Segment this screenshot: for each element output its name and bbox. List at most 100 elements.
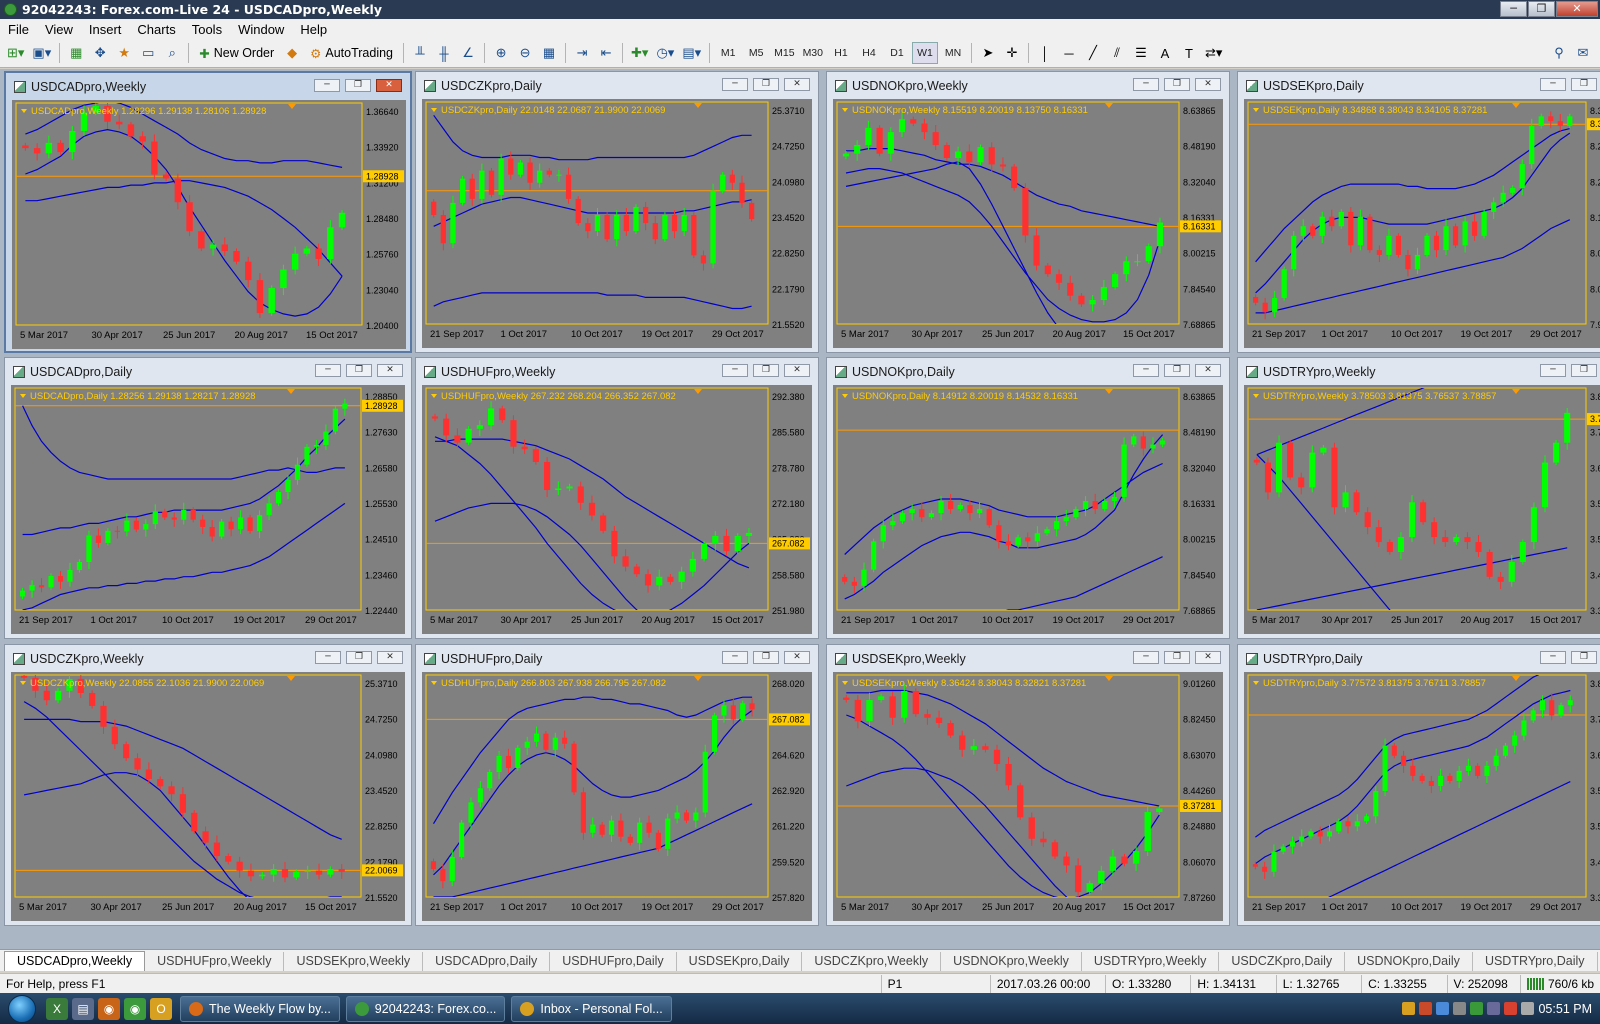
chart-maximize-button[interactable]: ❐ [1164,364,1190,377]
minimize-button[interactable]: ─ [1500,1,1527,17]
chart-tab[interactable]: USDNOKpro,Weekly [941,952,1082,971]
autoscroll-icon[interactable]: ⇥ [571,42,593,64]
chart-shift-icon[interactable]: ⇤ [595,42,617,64]
timeframe-m5[interactable]: M5 [743,42,769,64]
task-firefox[interactable]: The Weekly Flow by... [180,995,340,1022]
vertical-line-icon[interactable]: │ [1034,42,1056,64]
chat-icon[interactable]: ✉ [1572,42,1594,64]
text-label-icon[interactable]: T [1178,42,1200,64]
chart-tab[interactable]: USDHUFpro,Weekly [145,952,285,971]
chart-minimize-button[interactable]: ─ [1540,364,1566,377]
data-window-icon[interactable]: ★ [113,42,135,64]
chart-minimize-button[interactable]: ─ [1133,651,1159,664]
chart-window[interactable]: USDNOKpro,Daily ─ ❐ ✕ 8.63865 8.48190 8.32040 8… [826,357,1230,639]
chart-maximize-button[interactable]: ❐ [1571,364,1597,377]
tray-icon[interactable] [1402,1002,1416,1015]
timeframe-m15[interactable]: M15 [771,42,797,64]
tray-icon[interactable] [1419,1002,1433,1015]
strategy-tester-icon[interactable]: ⌕ [161,42,183,64]
chart-window[interactable]: USDCADpro,Weekly ─ ❐ ✕ 1.36640 1.33920 1.31200… [4,71,412,353]
chart-tab[interactable]: USDSEKpro,Daily [677,952,803,971]
chart-close-button[interactable]: ✕ [784,364,810,377]
chart-window[interactable]: USDCZKpro,Daily ─ ❐ ✕ 25.3710 24.7250 24.0980 2… [415,71,819,353]
menu-tools[interactable]: Tools [184,22,230,37]
new-order-button[interactable]: ✚ New Order [194,42,279,64]
task-metatrader[interactable]: 92042243: Forex.co... [345,995,506,1022]
firefox-icon[interactable]: ◉ [98,997,120,1020]
chart-close-button[interactable]: ✕ [784,651,810,664]
tray-icon[interactable] [1453,1002,1467,1015]
timeframe-mn[interactable]: MN [940,42,966,64]
timeframe-h4[interactable]: H4 [856,42,882,64]
new-chart-icon[interactable]: ⊞▾ [4,42,27,64]
chart-minimize-button[interactable]: ─ [315,364,341,377]
chart-close-button[interactable]: ✕ [784,78,810,91]
close-button[interactable]: ✕ [1556,1,1598,17]
navigator-icon[interactable]: ✥ [89,42,111,64]
timeframe-d1[interactable]: D1 [884,42,910,64]
cursor-icon[interactable]: ➤ [977,42,999,64]
zoom-out-icon[interactable]: ⊖ [514,42,536,64]
chart-maximize-button[interactable]: ❐ [753,651,779,664]
bar-chart-icon[interactable]: ╨ [409,42,431,64]
timeframe-w1[interactable]: W1 [912,42,938,64]
chart-window[interactable]: USDHUFpro,Weekly ─ ❐ ✕ 292.380 285.580 278.780… [415,357,819,639]
autotrading-button[interactable]: ⚙ AutoTrading [305,42,398,64]
chart-window[interactable]: USDCZKpro,Weekly ─ ❐ ✕ 25.3710 24.7250 24.0980… [4,644,412,926]
candlestick-icon[interactable]: ╫ [433,42,455,64]
chart-tab[interactable]: USDTRYpro,Daily [1473,952,1598,971]
timeframe-m1[interactable]: M1 [715,42,741,64]
chart-maximize-button[interactable]: ❐ [1164,78,1190,91]
chart-tab[interactable]: USDCZKpro,Daily [1219,952,1346,971]
chart-window[interactable]: USDTRYpro,Daily─❐✕3.807503.738203.666803… [1237,644,1600,926]
indicators-icon[interactable]: ✚▾ [628,42,651,64]
chart-close-button[interactable]: ✕ [1195,364,1221,377]
search-icon[interactable]: ⚲ [1548,42,1570,64]
chart-tab[interactable]: USDHUFpro,Daily [550,952,677,971]
menu-help[interactable]: Help [292,22,335,37]
excel-icon[interactable]: X [46,997,68,1020]
chart-minimize-button[interactable]: ─ [722,651,748,664]
timeframe-h1[interactable]: H1 [828,42,854,64]
chart-close-button[interactable]: ✕ [377,651,403,664]
chart-maximize-button[interactable]: ❐ [1571,78,1597,91]
outlook-icon[interactable]: O [150,997,172,1020]
text-icon[interactable]: A [1154,42,1176,64]
menu-charts[interactable]: Charts [129,22,183,37]
chart-tab[interactable]: USDCZKpro,Weekly [802,952,942,971]
tile-windows-icon[interactable]: ▦ [538,42,560,64]
task-outlook[interactable]: Inbox - Personal Fol... [511,995,672,1022]
chart-minimize-button[interactable]: ─ [722,78,748,91]
horizontal-line-icon[interactable]: ─ [1058,42,1080,64]
chart-tab[interactable]: USDCADpro,Weekly [4,951,146,971]
timeframe-m30[interactable]: M30 [800,42,826,64]
chart-close-button[interactable]: ✕ [1195,78,1221,91]
menu-window[interactable]: Window [230,22,292,37]
chart-close-button[interactable]: ✕ [1195,651,1221,664]
chart-close-button[interactable]: ✕ [377,364,403,377]
chart-maximize-button[interactable]: ❐ [346,364,372,377]
restore-button[interactable]: ❐ [1528,1,1555,17]
chart-minimize-button[interactable]: ─ [314,79,340,92]
terminal-icon[interactable]: ▭ [137,42,159,64]
trendline-icon[interactable]: ╱ [1082,42,1104,64]
chart-window[interactable]: USDSEKpro,Daily─❐✕8.372818.292358.221408… [1237,71,1600,353]
arrows-icon[interactable]: ⇄▾ [1202,42,1225,64]
menu-file[interactable]: File [0,22,37,37]
channel-icon[interactable]: ⫽ [1106,42,1128,64]
tray-icon[interactable] [1470,1002,1484,1015]
chart-maximize-button[interactable]: ❐ [345,79,371,92]
menu-insert[interactable]: Insert [81,22,130,37]
start-button[interactable] [0,993,44,1024]
chart-maximize-button[interactable]: ❐ [753,364,779,377]
chart-tab[interactable]: USDCADpro,Daily [423,952,551,971]
chart-maximize-button[interactable]: ❐ [346,651,372,664]
chart-close-button[interactable]: ✕ [376,79,402,92]
tray-icon[interactable] [1504,1002,1518,1015]
explorer-icon[interactable]: ▤ [72,997,94,1020]
chart-minimize-button[interactable]: ─ [722,364,748,377]
metaeditor-icon[interactable]: ◆ [281,42,303,64]
chart-minimize-button[interactable]: ─ [1133,364,1159,377]
volume-icon[interactable] [1521,1002,1535,1015]
chart-minimize-button[interactable]: ─ [1540,651,1566,664]
